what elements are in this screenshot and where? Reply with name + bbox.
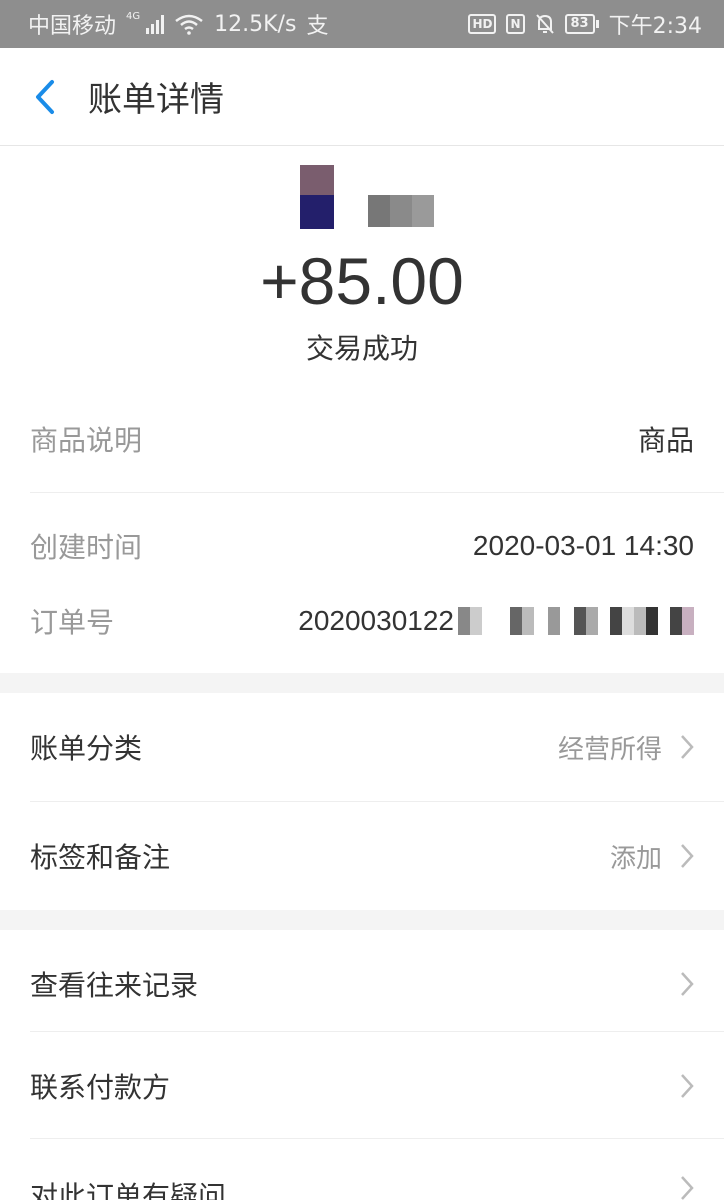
bill-category-value: 经营所得 [557,734,662,765]
back-button[interactable] [0,48,90,146]
divider [30,492,724,493]
chevron-right-icon [681,972,694,996]
order-number-value: 2020030122 [298,605,694,637]
created-time-label: 创建时间 [30,531,143,564]
payer-avatar[interactable] [272,165,338,229]
order-number-row: 订单号 2020030122 [30,598,694,644]
section-gap [0,910,724,930]
contact-payer-label: 联系付款方 [30,1071,171,1104]
tags-notes-row[interactable]: 标签和备注 添加 [0,802,724,910]
order-number-label: 订单号 [30,606,115,639]
carrier-label: 中国移动 [28,14,117,39]
history-label: 查看往来记录 [30,969,199,1002]
page-title: 账单详情 [88,80,224,120]
chevron-right-icon [681,735,694,759]
chevron-right-icon [681,1176,694,1200]
order-question-row[interactable]: 对此订单有疑问 [0,1139,724,1200]
chevron-right-icon [681,1074,694,1098]
bill-category-row[interactable]: 账单分类 经营所得 [0,693,724,801]
network-tag: 4G [126,10,141,22]
chevron-right-icon [681,844,694,868]
header-bar: 账单详情 [0,48,724,146]
product-label: 商品说明 [30,424,143,457]
mute-bell-icon [535,14,554,34]
signal-icon [146,14,165,34]
order-number-prefix: 2020030122 [298,605,454,636]
product-value: 商品 [637,425,694,456]
order-number-mosaic [458,607,694,635]
history-row[interactable]: 查看往来记录 [0,930,724,1038]
chevron-left-icon [36,79,54,114]
status-left: 中国移动 4G 12.5K/s 支 [28,8,328,40]
tags-notes-value: 添加 [609,843,662,874]
alipay-notify-icon: 支 [306,14,329,39]
tags-notes-label: 标签和备注 [30,841,171,874]
speed-label: 12.5K/s [214,11,297,37]
transaction-status: 交易成功 [305,332,418,365]
contact-payer-row[interactable]: 联系付款方 [0,1032,724,1140]
wifi-icon [175,14,203,35]
product-row: 商品说明 商品 [30,416,694,462]
hd-icon: HD [468,14,497,34]
section-gap [0,673,724,693]
created-time-row: 创建时间 2020-03-01 14:30 [30,523,694,569]
battery-level: 83 [564,14,595,34]
amount-label: +85.00 [260,244,464,318]
created-time-value: 2020-03-01 14:30 [472,530,694,561]
order-question-label: 对此订单有疑问 [30,1180,227,1200]
battery-icon: 83 [564,14,599,34]
status-right: HD N 83 下午2:34 [468,8,702,40]
clock: 下午2:34 [608,14,702,39]
transaction-summary: +85.00 交易成功 [0,147,724,377]
bill-category-label: 账单分类 [30,732,143,765]
status-bar: 中国移动 4G 12.5K/s 支 HD N 83 下午2:34 [0,0,724,48]
payer-name-mosaic [368,195,434,227]
nfc-icon: N [506,14,525,34]
